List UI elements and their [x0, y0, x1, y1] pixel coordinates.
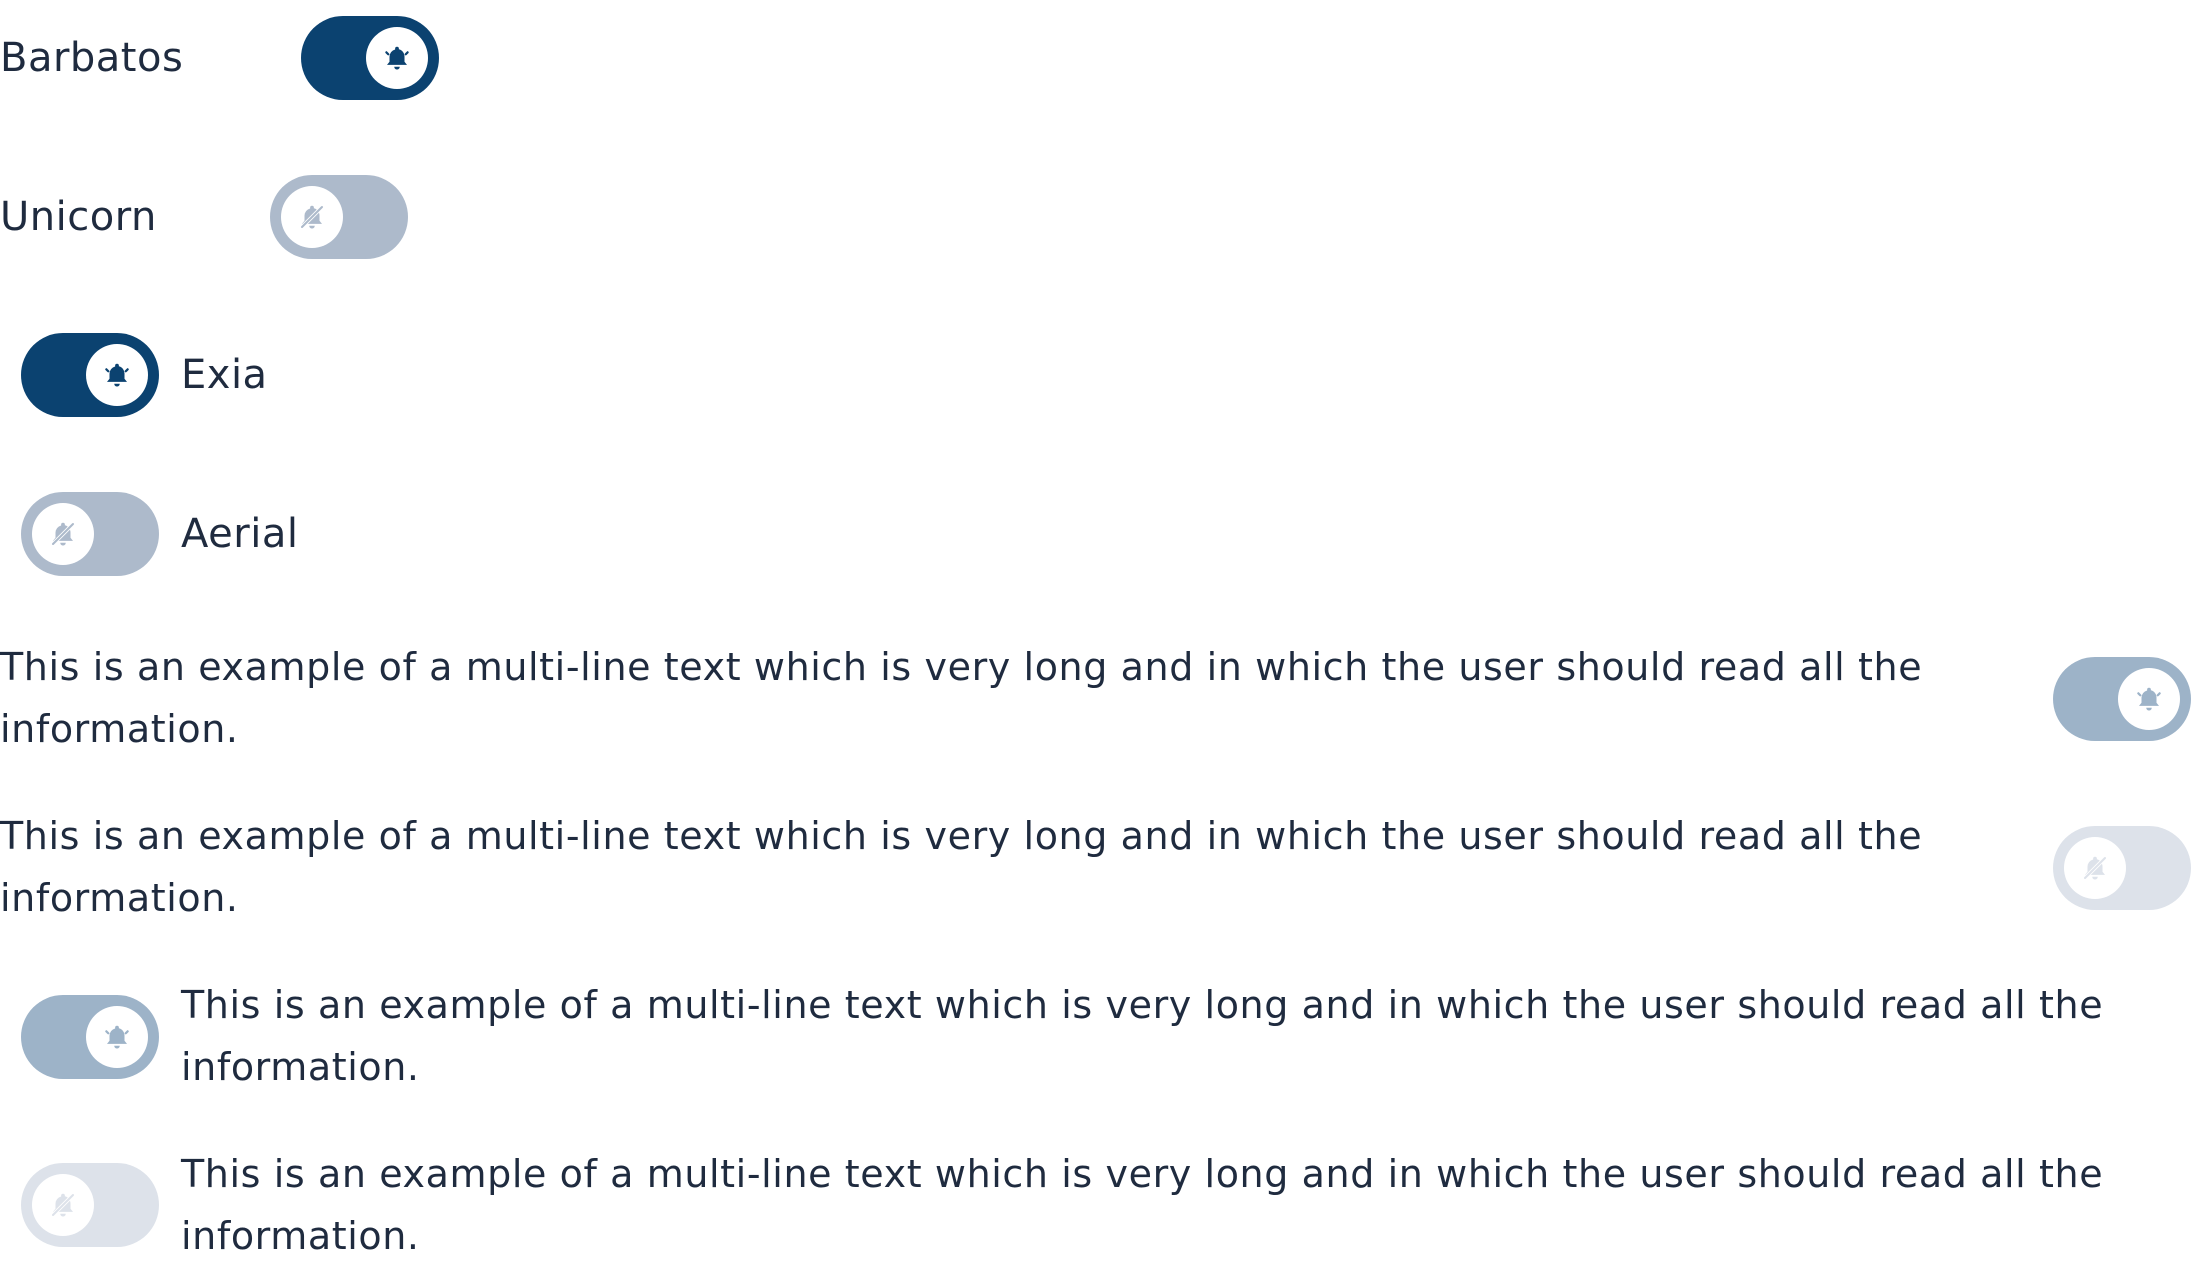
toggle-switch-multiline-4[interactable]	[21, 1163, 159, 1247]
toggle-label: This is an example of a multi-line text …	[181, 1152, 2104, 1258]
toggle-switch-aerial[interactable]	[21, 492, 159, 576]
bell-icon	[366, 27, 428, 89]
toggle-switch-unicorn[interactable]	[270, 175, 408, 259]
toggle-label: Exia	[181, 352, 268, 398]
toggle-switch-multiline-2[interactable]	[2053, 826, 2191, 910]
bell-icon	[86, 1006, 148, 1068]
toggle-label: This is an example of a multi-line text …	[0, 645, 1923, 751]
toggle-label: This is an example of a multi-line text …	[0, 814, 1923, 920]
bell-icon	[86, 344, 148, 406]
bell-off-icon	[281, 186, 343, 248]
toggle-label: This is an example of a multi-line text …	[181, 983, 2104, 1089]
bell-off-icon	[2064, 837, 2126, 899]
bell-icon	[2118, 668, 2180, 730]
bell-off-icon	[32, 1174, 94, 1236]
toggle-label: Barbatos	[0, 35, 184, 81]
toggle-switch-exia[interactable]	[21, 333, 159, 417]
bell-off-icon	[32, 503, 94, 565]
toggle-label: Aerial	[181, 511, 299, 557]
toggle-switch-multiline-1[interactable]	[2053, 657, 2191, 741]
toggle-label: Unicorn	[0, 194, 157, 240]
toggle-switch-multiline-3[interactable]	[21, 995, 159, 1079]
toggle-switch-barbatos[interactable]	[301, 16, 439, 100]
